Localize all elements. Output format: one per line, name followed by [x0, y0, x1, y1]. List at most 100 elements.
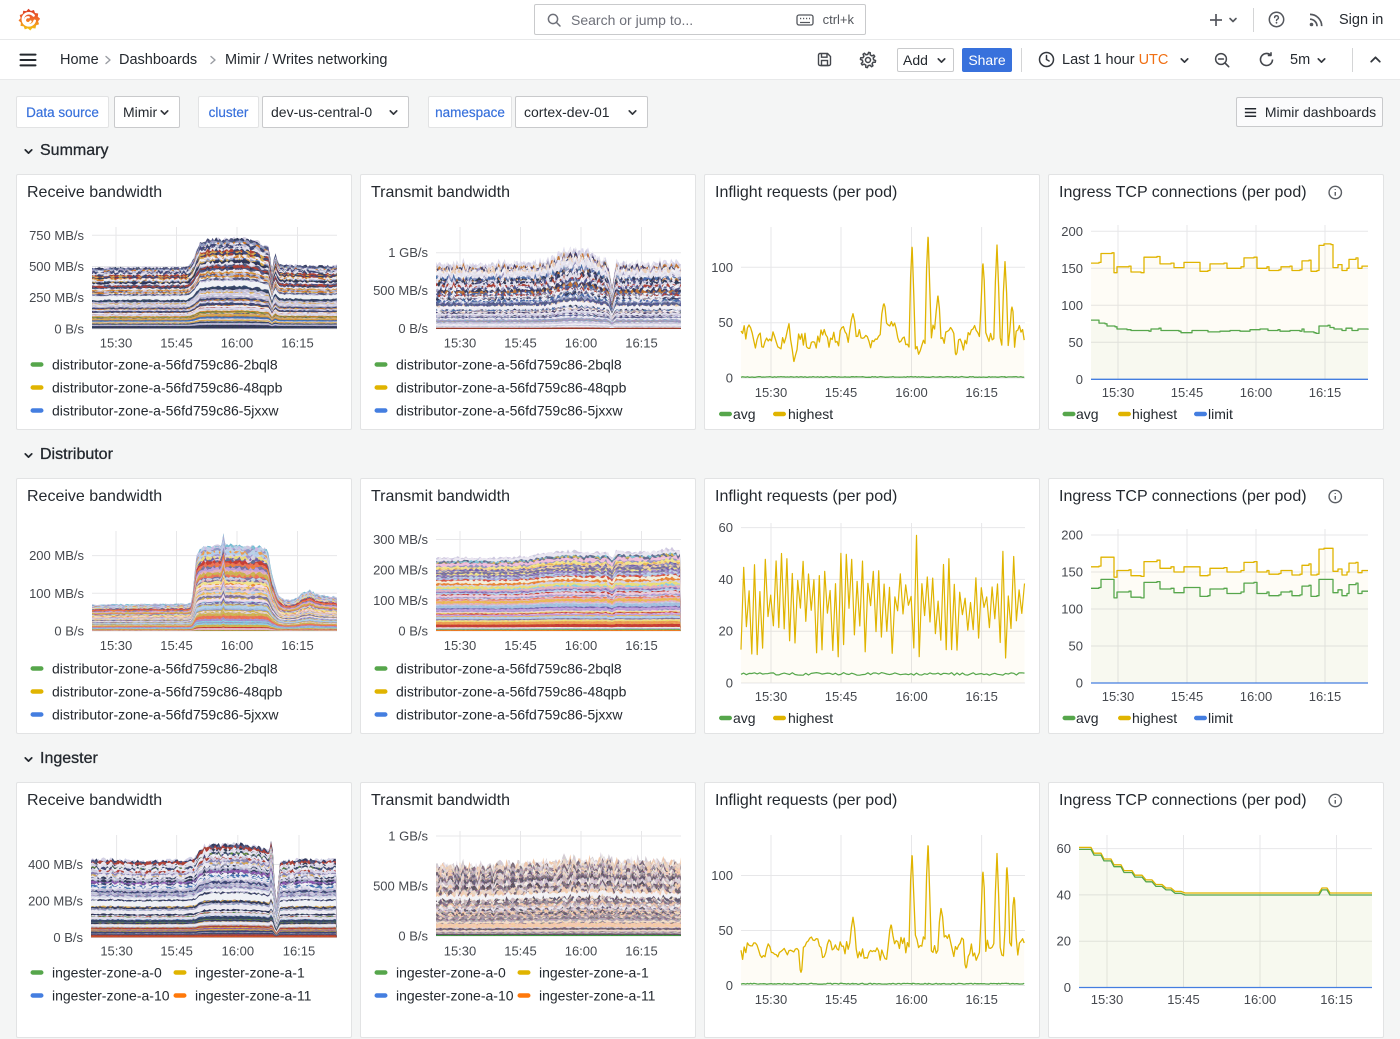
- svg-text:15:45: 15:45: [1171, 689, 1204, 704]
- svg-text:0 B/s: 0 B/s: [398, 321, 428, 336]
- svg-text:distributor-zone-a-56fd759c86-: distributor-zone-a-56fd759c86-5jxxw: [52, 403, 279, 419]
- svg-text:150: 150: [1061, 261, 1083, 276]
- svg-text:0: 0: [726, 676, 733, 691]
- svg-text:highest: highest: [788, 710, 833, 726]
- svg-text:50: 50: [1069, 335, 1083, 350]
- svg-text:15:30: 15:30: [444, 944, 477, 959]
- svg-text:Ingress TCP connections (per p: Ingress TCP connections (per pod): [1059, 792, 1307, 809]
- svg-text:1 GB/s: 1 GB/s: [388, 829, 428, 844]
- svg-text:16:15: 16:15: [1309, 385, 1342, 400]
- svg-text:500 MB/s: 500 MB/s: [373, 283, 428, 298]
- svg-text:60: 60: [1057, 841, 1071, 856]
- svg-text:60: 60: [719, 520, 733, 535]
- svg-text:500 MB/s: 500 MB/s: [373, 879, 428, 894]
- svg-text:distributor-zone-a-56fd759c86-: distributor-zone-a-56fd759c86-2bql8: [396, 661, 622, 677]
- svg-text:distributor-zone-a-56fd759c86-: distributor-zone-a-56fd759c86-48qpb: [396, 380, 627, 396]
- svg-text:highest: highest: [788, 406, 833, 422]
- svg-text:50: 50: [719, 315, 733, 330]
- svg-text:15:30: 15:30: [755, 385, 788, 400]
- svg-text:100 MB/s: 100 MB/s: [373, 593, 428, 608]
- svg-text:300 MB/s: 300 MB/s: [373, 532, 428, 547]
- svg-text:limit: limit: [1208, 406, 1233, 422]
- svg-text:Transmit bandwidth: Transmit bandwidth: [371, 792, 510, 809]
- svg-text:100: 100: [711, 260, 733, 275]
- svg-text:100: 100: [1061, 602, 1083, 617]
- svg-text:ingester-zone-a-1: ingester-zone-a-1: [539, 965, 649, 981]
- svg-text:15:30: 15:30: [1102, 385, 1135, 400]
- svg-text:15:45: 15:45: [504, 638, 537, 653]
- svg-text:16:00: 16:00: [895, 689, 928, 704]
- svg-text:16:00: 16:00: [221, 336, 254, 351]
- svg-text:0 B/s: 0 B/s: [398, 929, 428, 944]
- svg-text:0: 0: [1076, 676, 1083, 691]
- svg-text:15:30: 15:30: [1102, 689, 1135, 704]
- svg-text:15:45: 15:45: [160, 638, 193, 653]
- svg-text:15:45: 15:45: [160, 944, 193, 959]
- svg-text:15:30: 15:30: [444, 336, 477, 351]
- svg-text:16:15: 16:15: [1309, 689, 1342, 704]
- svg-text:16:00: 16:00: [565, 638, 598, 653]
- svg-text:150: 150: [1061, 565, 1083, 580]
- svg-text:15:45: 15:45: [160, 336, 193, 351]
- svg-text:750 MB/s: 750 MB/s: [29, 228, 84, 243]
- svg-text:16:15: 16:15: [281, 638, 314, 653]
- svg-text:15:30: 15:30: [755, 689, 788, 704]
- svg-text:1 GB/s: 1 GB/s: [388, 245, 428, 260]
- svg-text:15:45: 15:45: [825, 689, 858, 704]
- svg-text:highest: highest: [1132, 406, 1177, 422]
- svg-text:0: 0: [726, 371, 733, 386]
- svg-text:Inflight requests (per pod): Inflight requests (per pod): [715, 488, 897, 505]
- svg-text:500 MB/s: 500 MB/s: [29, 259, 84, 274]
- svg-text:16:00: 16:00: [565, 944, 598, 959]
- svg-text:Ingress TCP connections (per p: Ingress TCP connections (per pod): [1059, 488, 1307, 505]
- svg-text:Transmit bandwidth: Transmit bandwidth: [371, 184, 510, 201]
- svg-text:ingester-zone-a-11: ingester-zone-a-11: [539, 988, 656, 1004]
- svg-text:ingester-zone-a-0: ingester-zone-a-0: [52, 965, 162, 981]
- svg-text:distributor-zone-a-56fd759c86-: distributor-zone-a-56fd759c86-48qpb: [52, 684, 283, 700]
- svg-text:Inflight requests (per pod): Inflight requests (per pod): [715, 792, 897, 809]
- svg-text:100 MB/s: 100 MB/s: [29, 586, 84, 601]
- svg-text:distributor-zone-a-56fd759c86-: distributor-zone-a-56fd759c86-2bql8: [52, 661, 278, 677]
- svg-text:ingester-zone-a-10: ingester-zone-a-10: [396, 988, 514, 1004]
- svg-text:Transmit bandwidth: Transmit bandwidth: [371, 488, 510, 505]
- svg-text:distributor-zone-a-56fd759c86-: distributor-zone-a-56fd759c86-48qpb: [52, 380, 283, 396]
- svg-text:16:00: 16:00: [222, 944, 255, 959]
- svg-text:avg: avg: [1076, 710, 1099, 726]
- svg-text:100: 100: [711, 868, 733, 883]
- svg-text:400 MB/s: 400 MB/s: [28, 857, 83, 872]
- svg-text:40: 40: [1057, 887, 1071, 902]
- svg-text:40: 40: [719, 572, 733, 587]
- svg-text:0 B/s: 0 B/s: [54, 321, 84, 336]
- svg-text:Receive bandwidth: Receive bandwidth: [27, 792, 162, 809]
- svg-text:15:45: 15:45: [1171, 385, 1204, 400]
- svg-text:16:15: 16:15: [283, 944, 316, 959]
- svg-text:distributor-zone-a-56fd759c86-: distributor-zone-a-56fd759c86-2bql8: [52, 357, 278, 373]
- svg-text:0 B/s: 0 B/s: [54, 624, 84, 639]
- svg-text:16:00: 16:00: [565, 336, 598, 351]
- svg-text:16:15: 16:15: [625, 336, 658, 351]
- svg-text:50: 50: [1069, 639, 1083, 654]
- svg-text:15:45: 15:45: [825, 385, 858, 400]
- svg-text:250 MB/s: 250 MB/s: [29, 290, 84, 305]
- svg-text:50: 50: [719, 923, 733, 938]
- svg-text:200 MB/s: 200 MB/s: [28, 893, 83, 908]
- svg-text:distributor-zone-a-56fd759c86-: distributor-zone-a-56fd759c86-5jxxw: [396, 403, 623, 419]
- svg-text:0: 0: [1064, 980, 1071, 995]
- svg-text:15:30: 15:30: [100, 336, 133, 351]
- svg-text:0 B/s: 0 B/s: [398, 624, 428, 639]
- svg-text:16:00: 16:00: [1240, 689, 1273, 704]
- svg-text:0 B/s: 0 B/s: [53, 930, 83, 945]
- svg-text:20: 20: [719, 624, 733, 639]
- svg-text:200: 200: [1061, 528, 1083, 543]
- svg-text:15:45: 15:45: [504, 944, 537, 959]
- svg-text:highest: highest: [1132, 710, 1177, 726]
- svg-text:16:00: 16:00: [895, 385, 928, 400]
- svg-text:Inflight requests (per pod): Inflight requests (per pod): [715, 184, 897, 201]
- svg-text:distributor-zone-a-56fd759c86-: distributor-zone-a-56fd759c86-48qpb: [396, 684, 627, 700]
- svg-text:0: 0: [726, 978, 733, 993]
- svg-text:15:30: 15:30: [444, 638, 477, 653]
- svg-text:avg: avg: [733, 710, 756, 726]
- svg-text:avg: avg: [733, 406, 756, 422]
- svg-text:Receive bandwidth: Receive bandwidth: [27, 184, 162, 201]
- svg-text:200: 200: [1061, 224, 1083, 239]
